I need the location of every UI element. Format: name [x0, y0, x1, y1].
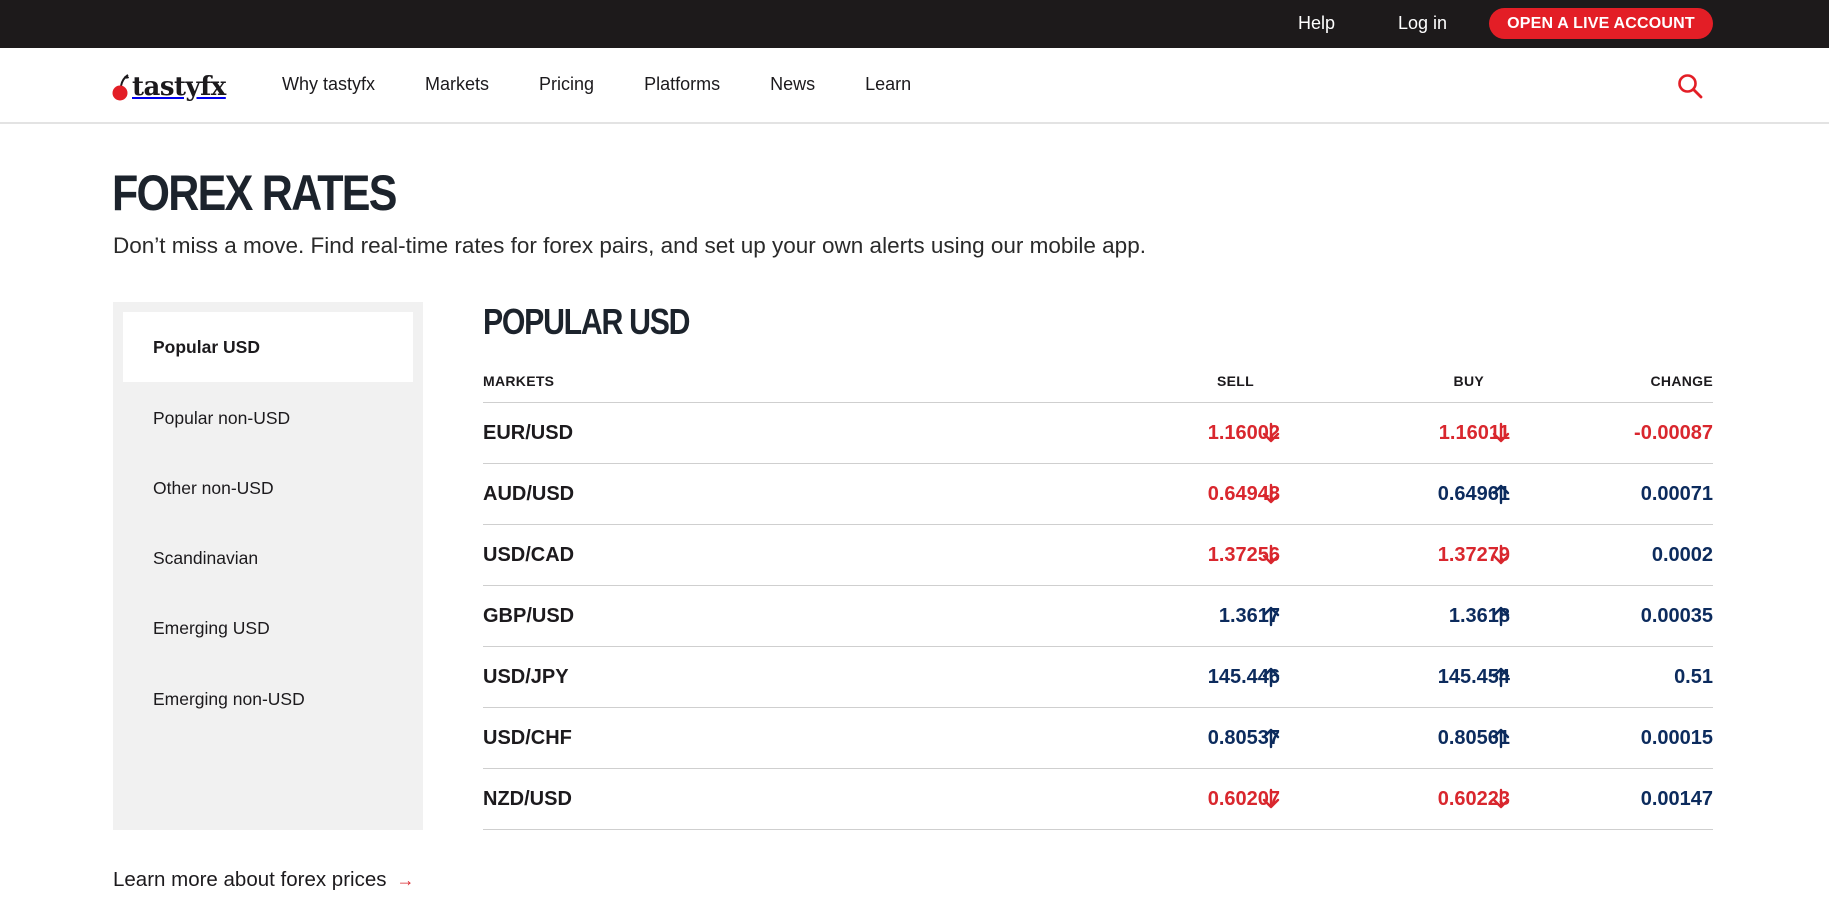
arrow-down-icon: [1492, 788, 1510, 809]
learn-more-link[interactable]: Learn more about forex prices →: [113, 868, 414, 892]
logo-wordmark: tastyfx: [132, 72, 226, 102]
search-icon: [1678, 74, 1703, 99]
nav-news[interactable]: News: [770, 74, 815, 95]
header-change: CHANGE: [1650, 373, 1713, 389]
cherry-icon: [112, 74, 129, 101]
arrow-up-icon: [1262, 606, 1280, 627]
sidebar-item-other-non-usd[interactable]: Other non-USD: [123, 453, 413, 523]
sidebar-item-emerging-usd[interactable]: Emerging USD: [123, 593, 413, 663]
nav-learn[interactable]: Learn: [865, 74, 911, 95]
table-row[interactable]: GBP/USD 1.3617 1.3618 0.00035: [483, 586, 1713, 647]
page-title: FOREX RATES: [112, 165, 397, 221]
nav-platforms[interactable]: Platforms: [644, 74, 720, 95]
sidebar-item-scandinavian[interactable]: Scandinavian: [123, 523, 413, 593]
search-button[interactable]: [1676, 72, 1704, 100]
help-link[interactable]: Help: [1298, 13, 1335, 34]
top-utility-bar: Help Log in OPEN A LIVE ACCOUNT: [0, 0, 1829, 48]
nav-why-tastyfx[interactable]: Why tastyfx: [282, 74, 375, 95]
market-name: NZD/USD: [483, 788, 572, 810]
open-live-account-button[interactable]: OPEN A LIVE ACCOUNT: [1489, 8, 1713, 39]
price-change: -0.00087: [1634, 422, 1713, 444]
arrow-right-icon: →: [396, 870, 415, 890]
table-row[interactable]: USD/JPY 145.446 145.454 0.51: [483, 647, 1713, 708]
arrow-down-icon: [1262, 544, 1280, 565]
table-row[interactable]: NZD/USD 0.60207 0.60223 0.00147: [483, 769, 1713, 830]
market-name: USD/CHF: [483, 727, 572, 749]
header-buy: BUY: [1453, 373, 1484, 389]
table-row[interactable]: AUD/USD 0.64948 0.64961 0.00071: [483, 464, 1713, 525]
nav-pricing[interactable]: Pricing: [539, 74, 594, 95]
nav-markets[interactable]: Markets: [425, 74, 489, 95]
arrow-down-icon: [1492, 422, 1510, 443]
arrow-down-icon: [1492, 544, 1510, 565]
sidebar-item-popular-usd[interactable]: Popular USD: [123, 312, 413, 382]
sidebar-item-emerging-non-usd[interactable]: Emerging non-USD: [123, 664, 413, 734]
arrow-up-icon: [1492, 484, 1510, 505]
page-subtitle: Don’t miss a move. Find real-time rates …: [113, 233, 1146, 258]
rates-table: MARKETS SELL BUY CHANGE EUR/USD 1.16002 …: [483, 366, 1713, 830]
learn-more-label: Learn more about forex prices: [113, 868, 387, 891]
market-name: USD/CAD: [483, 544, 575, 566]
table-row[interactable]: USD/CHF 0.80537 0.80561 0.00015: [483, 708, 1713, 769]
table-row[interactable]: USD/CAD 1.37256 1.37279 0.0002: [483, 525, 1713, 586]
header-markets: MARKETS: [483, 373, 555, 389]
arrow-up-icon: [1262, 728, 1280, 749]
arrow-down-icon: [1262, 422, 1280, 443]
arrow-down-icon: [1262, 788, 1280, 809]
market-name: EUR/USD: [483, 422, 574, 444]
table-row[interactable]: EUR/USD 1.16002 1.16011 -0.00087: [483, 403, 1713, 464]
price-change: 0.00071: [1640, 483, 1713, 505]
sidebar-item-popular-non-usd[interactable]: Popular non-USD: [123, 383, 413, 453]
category-sidebar: Popular USD Popular non-USD Other non-US…: [113, 302, 423, 830]
arrow-up-icon: [1262, 667, 1280, 688]
price-change: 0.0002: [1651, 544, 1713, 566]
arrow-up-icon: [1492, 667, 1510, 688]
arrow-up-icon: [1492, 606, 1510, 627]
header-sell: SELL: [1217, 373, 1254, 389]
login-link[interactable]: Log in: [1398, 13, 1447, 34]
main-navigation: tastyfx Why tastyfx Markets Pricing Plat…: [0, 48, 1829, 124]
market-name: USD/JPY: [483, 666, 569, 688]
tastyfx-logo[interactable]: tastyfx: [112, 70, 226, 104]
price-change: 0.00035: [1640, 605, 1713, 627]
arrow-down-icon: [1262, 483, 1280, 504]
table-header: MARKETS SELL BUY CHANGE: [483, 366, 1713, 403]
price-change: 0.00015: [1640, 727, 1713, 749]
nav-links: Why tastyfx Markets Pricing Platforms Ne…: [282, 74, 961, 95]
arrow-up-icon: [1492, 728, 1510, 749]
price-change: 0.00147: [1640, 788, 1713, 810]
market-name: GBP/USD: [483, 605, 575, 627]
market-name: AUD/USD: [483, 483, 575, 505]
section-title: POPULAR USD: [483, 301, 691, 342]
table-body: EUR/USD 1.16002 1.16011 -0.00087 AUD/USD…: [483, 403, 1713, 830]
price-change: 0.51: [1674, 666, 1713, 688]
